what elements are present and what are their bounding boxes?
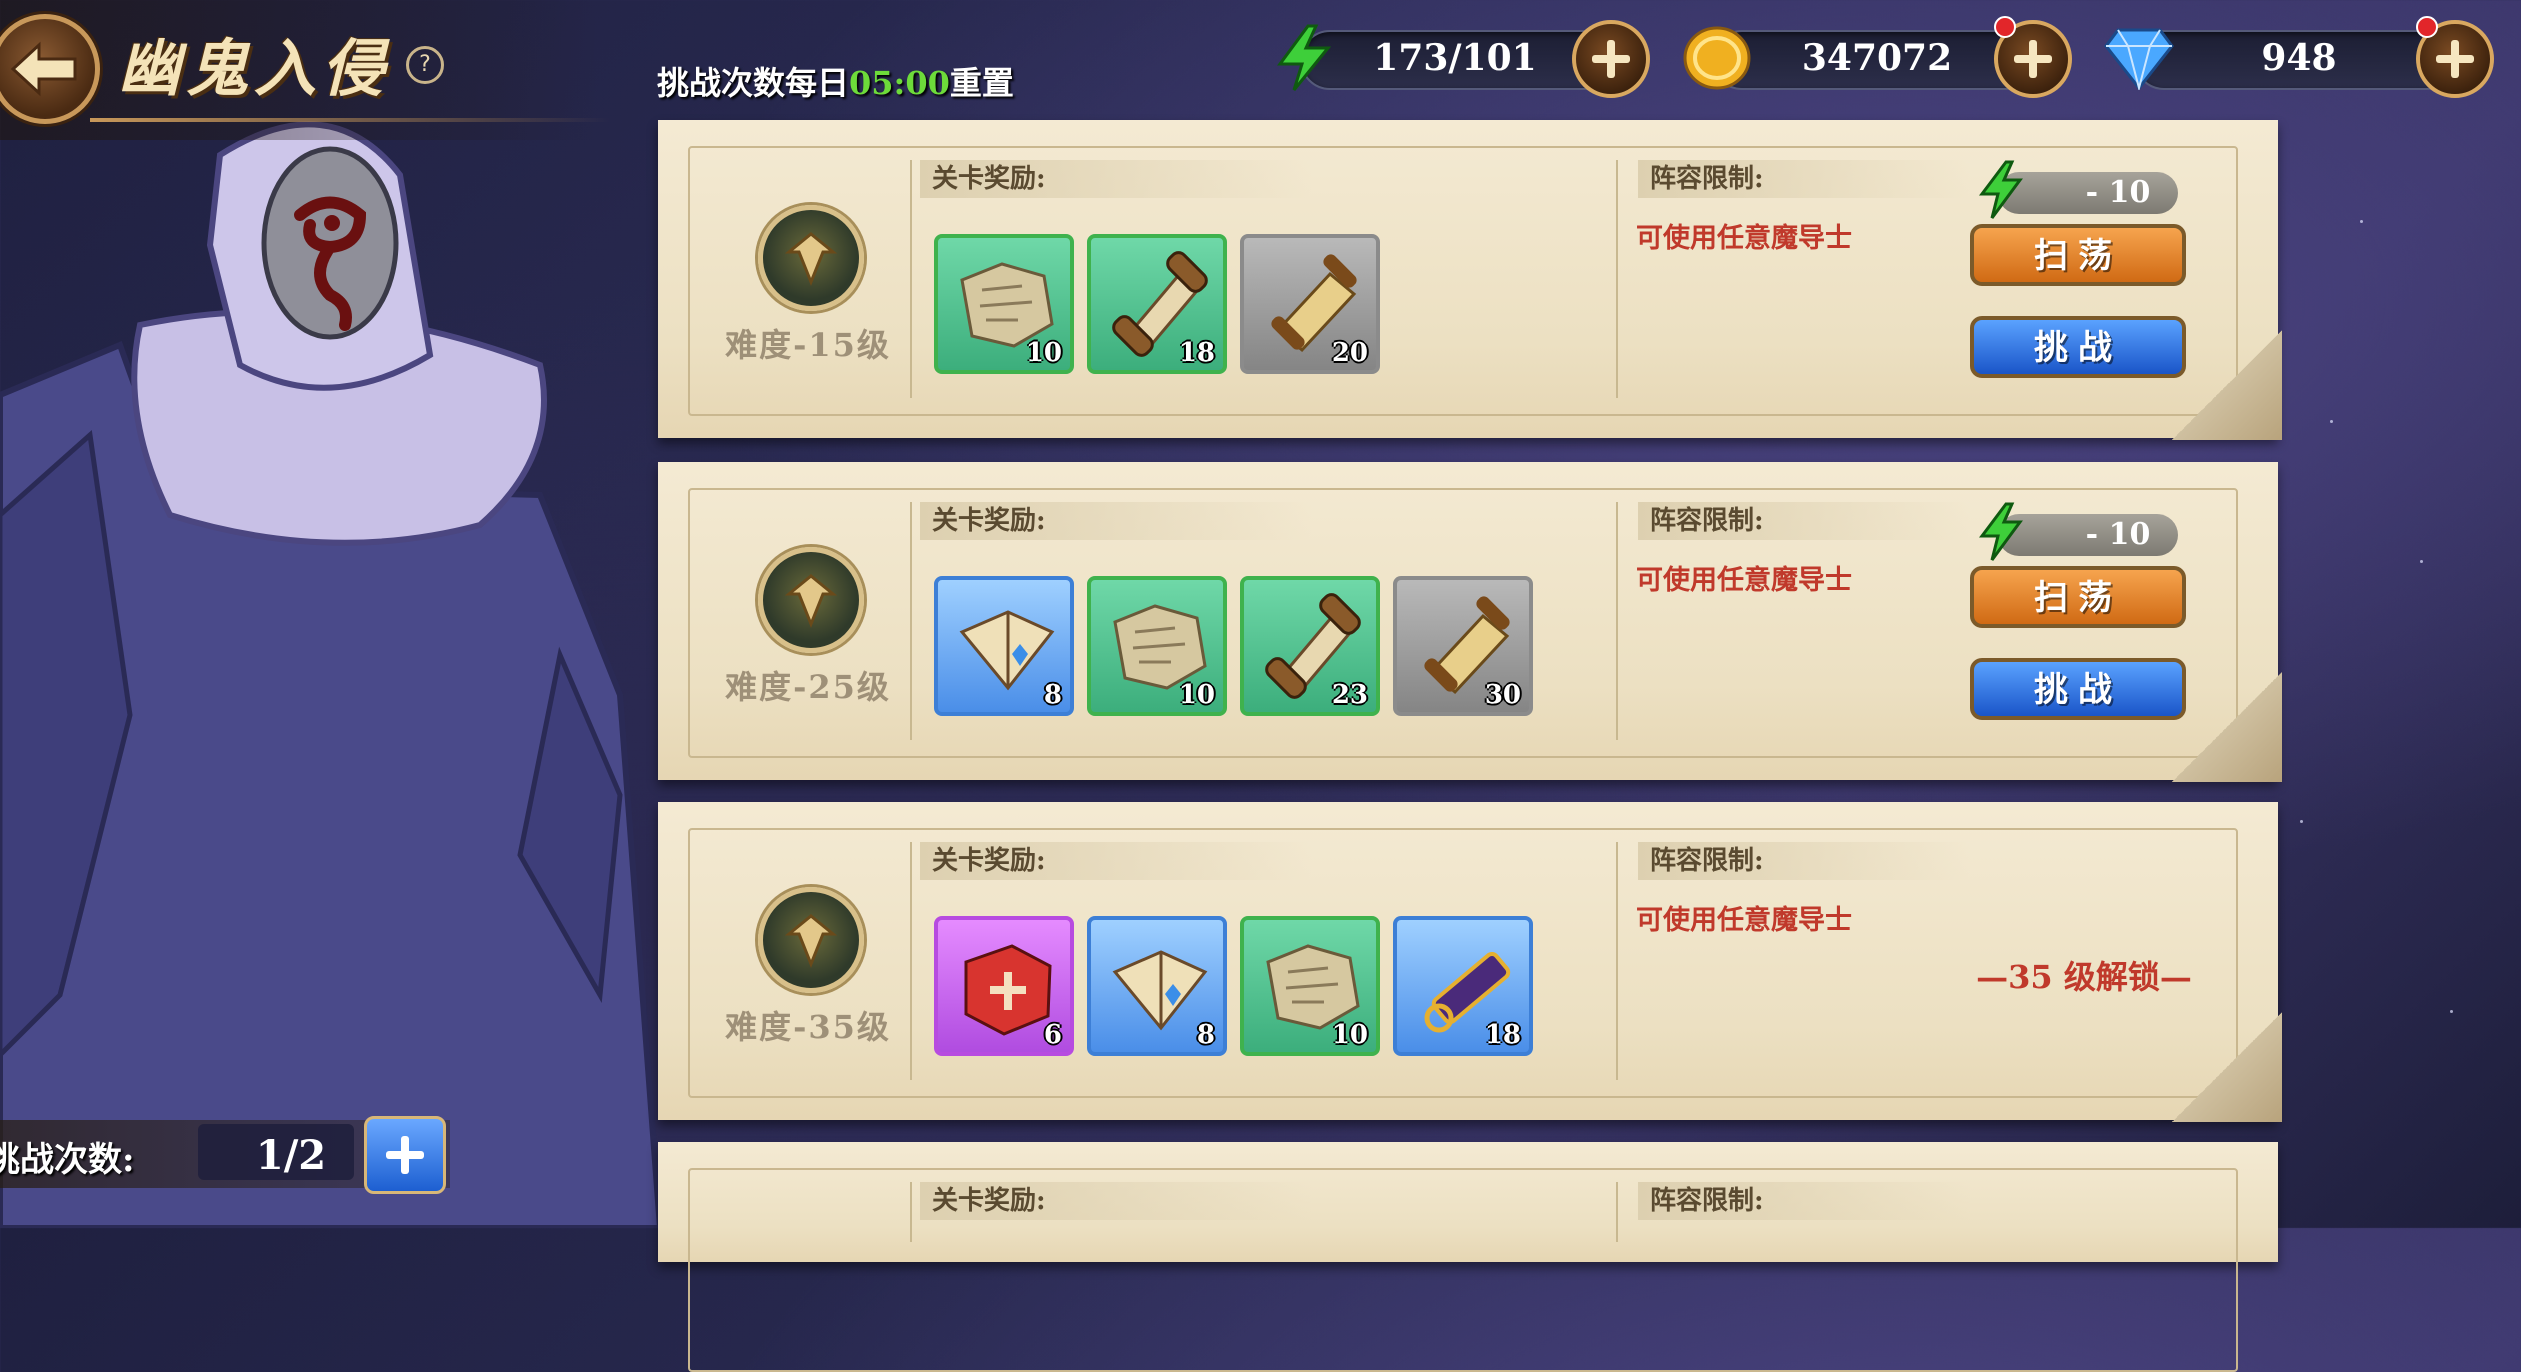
reward-item[interactable]: 8 <box>1087 916 1227 1056</box>
item-quantity: 10 <box>1025 338 1062 368</box>
ghost-character-art <box>0 95 664 1231</box>
reward-label: 关卡奖励: <box>920 502 1312 540</box>
reset-info: 挑战次数每日05:00重置 <box>657 58 1014 104</box>
item-quantity: 23 <box>1331 680 1368 710</box>
gold-notification-dot <box>1994 16 2016 38</box>
lineup-restriction: 可使用任意魔导士 <box>1636 565 1852 596</box>
reward-item[interactable]: 8 <box>934 576 1074 716</box>
difficulty-emblem-icon <box>758 205 864 311</box>
energy-add-button[interactable] <box>1572 20 1650 98</box>
divider <box>910 502 912 740</box>
reward-item[interactable]: 20 <box>1240 234 1380 374</box>
energy-currency: 173/101 <box>1270 20 1650 98</box>
attempts-value: 1/2 <box>255 1132 327 1179</box>
item-quantity: 18 <box>1178 338 1215 368</box>
difficulty-label: 难度-35级 <box>725 1008 891 1046</box>
diamond-icon <box>2104 28 2174 90</box>
energy-value: 173/101 <box>1373 37 1537 79</box>
lineup-label: 阵容限制: <box>1638 502 1970 540</box>
energy-cost: - 10 <box>2085 517 2151 552</box>
stage-card: 难度-35级 关卡奖励: 阵容限制: 可使用任意魔导士 6 8 10 18 —3… <box>658 802 2282 1122</box>
reward-item[interactable]: 30 <box>1393 576 1533 716</box>
reward-item[interactable]: 10 <box>1240 916 1380 1056</box>
item-quantity: 6 <box>1043 1020 1062 1050</box>
sweep-button[interactable]: 扫荡 <box>1970 566 2186 628</box>
difficulty-label: 难度-15级 <box>725 326 891 364</box>
attempts-label: 挑战次数: <box>0 1140 135 1180</box>
reset-time: 05:00 <box>849 64 950 102</box>
divider <box>1616 1182 1618 1242</box>
stage-card: 难度-25级 关卡奖励: 阵容限制: 可使用任意魔导士 8 10 23 30 -… <box>658 462 2282 782</box>
divider <box>1616 842 1618 1080</box>
page-curl <box>2172 1012 2282 1122</box>
item-quantity: 20 <box>1331 338 1368 368</box>
diamond-value: 948 <box>2261 37 2337 79</box>
reset-prefix: 挑战次数每日 <box>657 64 850 102</box>
page-curl <box>2172 672 2282 782</box>
difficulty-emblem-icon <box>758 887 864 993</box>
diamond-currency: 948 <box>2104 16 2494 98</box>
add-attempts-button[interactable] <box>364 1116 446 1194</box>
item-quantity: 8 <box>1196 1020 1215 1050</box>
lineup-restriction: 可使用任意魔导士 <box>1636 223 1852 254</box>
item-quantity: 8 <box>1043 680 1062 710</box>
divider <box>1616 502 1618 740</box>
reward-label: 关卡奖励: <box>920 1182 1312 1220</box>
item-quantity: 10 <box>1178 680 1215 710</box>
reward-item[interactable]: 18 <box>1393 916 1533 1056</box>
help-icon[interactable]: ? <box>406 46 444 84</box>
reward-label: 关卡奖励: <box>920 842 1312 880</box>
divider <box>910 160 912 398</box>
item-quantity: 30 <box>1484 680 1521 710</box>
gold-currency: 347072 <box>1682 16 2072 98</box>
item-quantity: 18 <box>1484 1020 1521 1050</box>
reward-items: 8 10 23 30 <box>934 576 1533 716</box>
reward-item[interactable]: 18 <box>1087 234 1227 374</box>
reset-suffix: 重置 <box>949 64 1014 102</box>
page-title: 幽鬼入侵 <box>118 32 391 105</box>
gold-value: 347072 <box>1801 37 1953 79</box>
item-quantity: 10 <box>1331 1020 1368 1050</box>
energy-cost: - 10 <box>2085 175 2151 210</box>
stage-card: 难度-15级 关卡奖励: 阵容限制: 可使用任意魔导士 10 18 20 - 1… <box>658 120 2282 440</box>
reward-label: 关卡奖励: <box>920 160 1312 198</box>
lightning-icon <box>1277 24 1332 91</box>
header-divider <box>90 118 610 122</box>
reward-items: 10 18 20 <box>934 234 1380 374</box>
stage-card: 关卡奖励: 阵容限制: <box>658 1142 2278 1372</box>
lineup-label: 阵容限制: <box>1638 160 1970 198</box>
reward-item[interactable]: 6 <box>934 916 1074 1056</box>
difficulty-label: 难度-25级 <box>725 668 891 706</box>
unlock-requirement: —35 级解锁— <box>1976 958 2192 996</box>
lineup-restriction: 可使用任意魔导士 <box>1636 905 1852 936</box>
challenge-button[interactable]: 挑战 <box>1970 316 2186 378</box>
divider <box>910 1182 912 1242</box>
divider <box>1616 160 1618 398</box>
reward-item[interactable]: 10 <box>934 234 1074 374</box>
back-arrow-icon <box>10 41 77 97</box>
lightning-icon <box>1979 160 2023 219</box>
reward-item[interactable]: 23 <box>1240 576 1380 716</box>
page-curl <box>2172 330 2282 440</box>
sweep-button[interactable]: 扫荡 <box>1970 224 2186 286</box>
reward-item[interactable]: 10 <box>1087 576 1227 716</box>
lineup-label: 阵容限制: <box>1638 842 1970 880</box>
difficulty-emblem-icon <box>758 547 864 653</box>
reward-items: 6 8 10 18 <box>934 916 1533 1056</box>
divider <box>910 842 912 1080</box>
lineup-label: 阵容限制: <box>1638 1182 1970 1220</box>
challenge-button[interactable]: 挑战 <box>1970 658 2186 720</box>
lightning-icon <box>1979 502 2023 561</box>
diamond-notification-dot <box>2416 16 2438 38</box>
gold-coin-icon <box>1683 26 1751 90</box>
